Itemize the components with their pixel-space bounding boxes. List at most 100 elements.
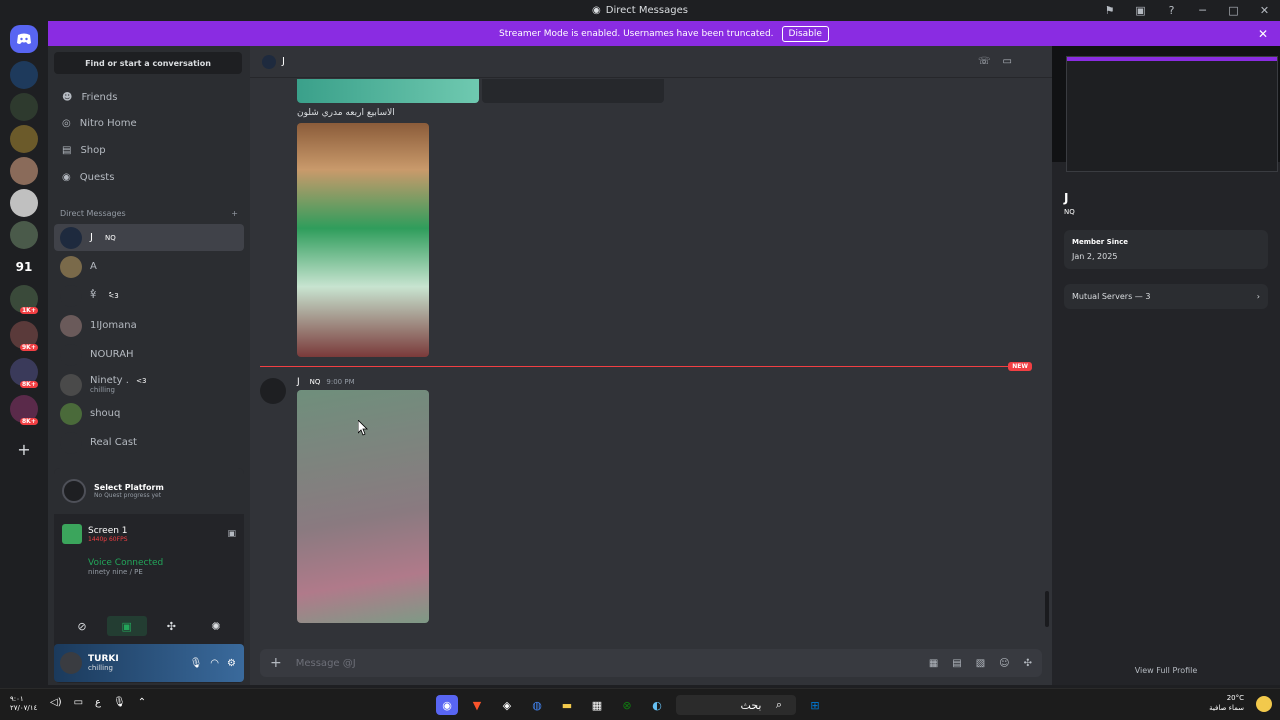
stop-stream-icon[interactable]: ▣ (227, 529, 236, 539)
dm-tag: <3 (136, 377, 147, 385)
image-attachment[interactable] (482, 79, 664, 103)
avatar[interactable] (60, 652, 82, 674)
dm-name: A (90, 261, 97, 272)
add-server-icon[interactable]: + (10, 435, 38, 463)
microphone-icon[interactable]: 🎙 (190, 658, 203, 669)
dm-tag: ٌٌ<3 (108, 291, 119, 300)
chrome-icon[interactable]: ◍ (526, 695, 548, 715)
nav-quests[interactable]: ◉ Quests (56, 164, 242, 190)
nav-shop[interactable]: ▤ Shop (56, 137, 242, 163)
app-icon[interactable]: ◈ (496, 695, 518, 715)
mutual-servers-card[interactable]: Mutual Servers — 3 › (1064, 284, 1268, 309)
stream-preview[interactable]: Screen 1 1440p 60FPS ▣ (62, 522, 236, 546)
view-full-profile-link[interactable]: View Full Profile (1052, 666, 1280, 675)
quest-card[interactable]: Select Platform No Quest progress yet (54, 468, 244, 514)
unread-badge: 9K+ (20, 344, 38, 351)
display-icon[interactable]: ▭ (74, 697, 83, 708)
chat-title: J (282, 56, 285, 67)
search-icon: ⌕ (775, 698, 783, 711)
user-status: chilling (88, 664, 113, 672)
apps-icon[interactable]: ✣ (1024, 658, 1032, 669)
nav-friends[interactable]: ☻ Friends (56, 84, 242, 110)
shop-icon: ▤ (62, 144, 72, 156)
discord-home-icon[interactable] (10, 25, 38, 53)
image-attachment[interactable] (297, 79, 479, 103)
weather-widget[interactable]: 20°C سماء صافية (1209, 693, 1244, 713)
voice-controls: ⊘ ▣ ✣ ✺ (62, 616, 236, 636)
close-icon[interactable]: ✕ (1258, 27, 1268, 41)
maximize-button[interactable]: □ (1218, 4, 1249, 17)
avatar (60, 431, 82, 454)
server-icon[interactable] (10, 125, 38, 153)
server-icon[interactable] (10, 157, 38, 185)
volume-icon[interactable]: ◁) (50, 697, 62, 708)
settings-gear-icon[interactable]: ⚙ (227, 658, 236, 669)
minimize-button[interactable]: ─ (1187, 4, 1218, 17)
user-profile-panel: J NQ Member Since Jan 2, 2025 Mutual Ser… (1052, 46, 1280, 685)
profile-tag: NQ (1064, 208, 1075, 216)
xbox-icon[interactable]: ⊗ (616, 695, 638, 715)
avatar (60, 284, 82, 307)
close-window-button[interactable]: ✕ (1249, 4, 1280, 17)
stream-thumbnail[interactable] (1066, 56, 1278, 172)
camera-off-icon[interactable]: ⊘ (62, 616, 102, 636)
scrollbar[interactable] (1045, 591, 1049, 627)
steam-icon[interactable]: ◐ (646, 695, 668, 715)
message-time: 9:00 PM (326, 378, 355, 386)
dm-item[interactable]: 1IJomana (54, 312, 244, 339)
dm-name: Real Cast (90, 437, 137, 448)
share-screen-icon[interactable]: ▣ (106, 616, 147, 636)
store-icon[interactable]: ▦ (586, 695, 608, 715)
chevron-up-icon[interactable]: ⌃ (138, 697, 146, 708)
inbox-flag-icon[interactable]: ⚑ (1094, 4, 1125, 17)
gift-icon[interactable]: ▦ (929, 658, 938, 669)
disable-streamer-button[interactable]: Disable (781, 25, 829, 42)
unread-badge: 8K+ (20, 381, 38, 388)
dm-item[interactable]: Ninety . <3 chilling (54, 370, 244, 399)
message-input[interactable]: Message @J (296, 658, 356, 669)
call-icon[interactable]: ☏ (978, 56, 991, 67)
windows-start-icon[interactable]: ⊞ (804, 695, 826, 715)
dm-item[interactable]: shouq (54, 400, 244, 427)
server-icon[interactable] (10, 61, 38, 89)
video-icon[interactable]: ▭ (1003, 56, 1012, 67)
dm-item[interactable]: J NQ (54, 224, 244, 251)
nav-nitro-home[interactable]: ◎ Nitro Home (56, 110, 242, 136)
window-icon[interactable]: ▣ (1125, 4, 1156, 17)
taskbar-search[interactable]: بحث ⌕ (676, 695, 796, 715)
sticker-icon[interactable]: ▧ (976, 658, 985, 669)
server-icon[interactable] (10, 93, 38, 121)
language-indicator[interactable]: ع (95, 697, 101, 708)
brave-browser-icon[interactable]: ▼ (466, 695, 488, 715)
weather-temp: 20°C (1226, 694, 1244, 702)
emoji-icon[interactable]: ☺ (999, 658, 1009, 669)
author-name[interactable]: J (297, 377, 300, 387)
quest-sub: No Quest progress yet (94, 492, 162, 499)
activities-icon[interactable]: ✣ (151, 616, 191, 636)
dm-item[interactable]: A (54, 253, 244, 280)
server-icon[interactable] (10, 221, 38, 249)
server-icon-91[interactable]: 91 (10, 253, 38, 281)
banner-text: Streamer Mode is enabled. Usernames have… (499, 28, 774, 39)
soundboard-icon[interactable]: ✺ (196, 616, 236, 636)
add-attachment-icon[interactable]: + (270, 655, 282, 671)
find-conversation-button[interactable]: Find or start a conversation (54, 52, 242, 74)
dm-tag: NQ (104, 233, 116, 242)
profile-name: J (1064, 191, 1069, 205)
photo-attachment[interactable] (297, 123, 429, 357)
microphone-tray-icon[interactable]: 🎙 (113, 697, 126, 708)
dm-item[interactable]: ٌ¥ ٌٌ<3 (54, 282, 244, 309)
server-icon[interactable] (10, 189, 38, 217)
create-dm-icon[interactable]: + (231, 209, 238, 218)
gif-icon[interactable]: ▤ (952, 658, 961, 669)
discord-app-icon[interactable]: ◉ (436, 695, 458, 715)
file-explorer-icon[interactable]: ▬ (556, 695, 578, 715)
headphones-icon[interactable]: ◠ (210, 658, 219, 669)
voice-status: Voice Connected ninety nine / PE (62, 558, 236, 576)
help-icon[interactable]: ? (1156, 4, 1187, 17)
dm-item[interactable]: Real Cast (54, 429, 244, 456)
new-messages-divider (260, 366, 1030, 367)
friends-icon: ☻ (62, 91, 73, 103)
dm-item[interactable]: NOURAH (54, 341, 244, 368)
avatar[interactable] (260, 378, 286, 404)
